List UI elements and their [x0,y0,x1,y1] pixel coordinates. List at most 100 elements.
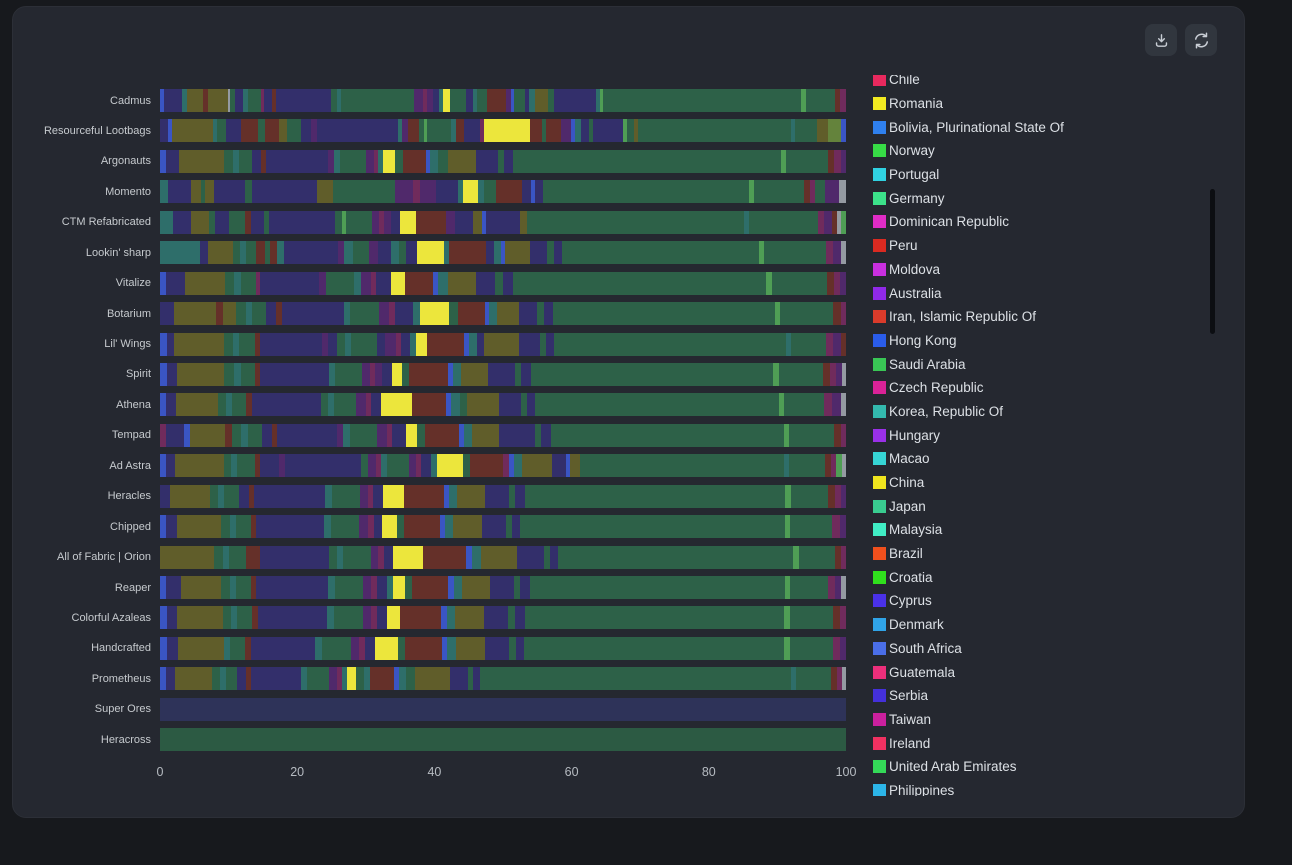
bar-segment[interactable] [160,698,846,721]
bar-segment[interactable] [229,211,245,234]
bar-segment[interactable] [210,485,218,508]
bar-segment[interactable] [221,576,229,599]
bar-segment[interactable] [487,89,507,112]
bar-segment[interactable] [828,576,835,599]
bar-segment[interactable] [790,606,833,629]
bar-segment[interactable] [237,667,246,690]
bar-segment[interactable] [393,576,405,599]
bar-segment[interactable] [362,363,370,386]
bar-segment[interactable] [550,546,558,569]
bar-segment[interactable] [464,424,472,447]
bar-segment[interactable] [170,485,210,508]
bar-segment[interactable] [438,150,448,173]
bar-segment[interactable] [520,576,530,599]
bar-segment[interactable] [241,363,255,386]
bar-segment[interactable] [786,150,829,173]
bar-segment[interactable] [551,424,785,447]
bar-segment[interactable] [224,485,238,508]
bar-segment[interactable] [524,637,784,660]
legend-item[interactable]: Serbia [873,684,1223,708]
bar-segment[interactable] [391,211,400,234]
bar-segment[interactable] [516,637,524,660]
bar-segment[interactable] [372,211,380,234]
bar-segment[interactable] [414,89,423,112]
bar-segment[interactable] [166,150,179,173]
bar-segment[interactable] [234,363,241,386]
bar-segment[interactable] [833,606,840,629]
bar-segment[interactable] [383,150,395,173]
bar-row[interactable] [160,150,846,173]
bar-segment[interactable] [215,211,228,234]
bar-segment[interactable] [351,333,377,356]
legend-item[interactable]: Saudi Arabia [873,352,1223,376]
bar-segment[interactable] [401,333,410,356]
bar-segment[interactable] [266,150,328,173]
bar-row[interactable] [160,393,846,416]
legend-item[interactable]: Taiwan [873,708,1223,732]
bar-segment[interactable] [457,485,485,508]
bar-segment[interactable] [236,576,251,599]
bar-segment[interactable] [223,302,237,325]
bar-segment[interactable] [233,241,240,264]
bar-segment[interactable] [546,119,561,142]
bar-segment[interactable] [448,150,476,173]
bar-segment[interactable] [451,393,460,416]
bar-row[interactable] [160,606,846,629]
bar-segment[interactable] [387,606,400,629]
bar-segment[interactable] [403,150,426,173]
bar-segment[interactable] [376,272,390,295]
bar-segment[interactable] [784,393,824,416]
bar-segment[interactable] [603,89,801,112]
bar-segment[interactable] [481,546,517,569]
bar-segment[interactable] [385,333,396,356]
bar-segment[interactable] [369,241,378,264]
bar-segment[interactable] [260,333,322,356]
bar-segment[interactable] [541,424,551,447]
legend-item[interactable]: Germany [873,186,1223,210]
bar-segment[interactable] [226,119,241,142]
legend-item[interactable]: Portugal [873,163,1223,187]
bar-segment[interactable] [256,515,324,538]
bar-segment[interactable] [221,515,229,538]
bar-segment[interactable] [515,606,525,629]
bar-segment[interactable] [841,333,846,356]
bar-segment[interactable] [841,302,846,325]
bar-segment[interactable] [840,89,846,112]
bar-segment[interactable] [490,576,514,599]
bar-segment[interactable] [166,424,184,447]
bar-segment[interactable] [232,393,246,416]
bar-segment[interactable] [241,424,248,447]
bar-segment[interactable] [627,119,634,142]
bar-segment[interactable] [287,119,301,142]
legend-item[interactable]: South Africa [873,637,1223,661]
bar-segment[interactable] [484,606,508,629]
bar-segment[interactable] [239,485,249,508]
bar-segment[interactable] [174,302,216,325]
legend-item[interactable]: Australia [873,281,1223,305]
bar-segment[interactable] [522,180,532,203]
bar-segment[interactable] [177,515,222,538]
legend-item[interactable]: Korea, Republic Of [873,400,1223,424]
legend-item[interactable]: Dominican Republic [873,210,1223,234]
bar-segment[interactable] [395,180,413,203]
bar-segment[interactable] [350,424,377,447]
bar-segment[interactable] [168,180,191,203]
bar-segment[interactable] [535,180,543,203]
bar-segment[interactable] [421,454,430,477]
bar-segment[interactable] [416,211,446,234]
bar-segment[interactable] [537,302,544,325]
bar-segment[interactable] [581,119,589,142]
bar-segment[interactable] [561,119,571,142]
bar-segment[interactable] [480,667,791,690]
bar-segment[interactable] [270,241,277,264]
bar-segment[interactable] [328,333,337,356]
legend-item[interactable]: Croatia [873,565,1223,589]
bar-segment[interactable] [430,150,438,173]
bar-segment[interactable] [160,302,174,325]
bar-segment[interactable] [840,515,846,538]
bar-segment[interactable] [530,119,541,142]
bar-segment[interactable] [343,546,370,569]
bar-segment[interactable] [167,606,177,629]
bar-segment[interactable] [361,454,368,477]
bar-segment[interactable] [484,333,518,356]
